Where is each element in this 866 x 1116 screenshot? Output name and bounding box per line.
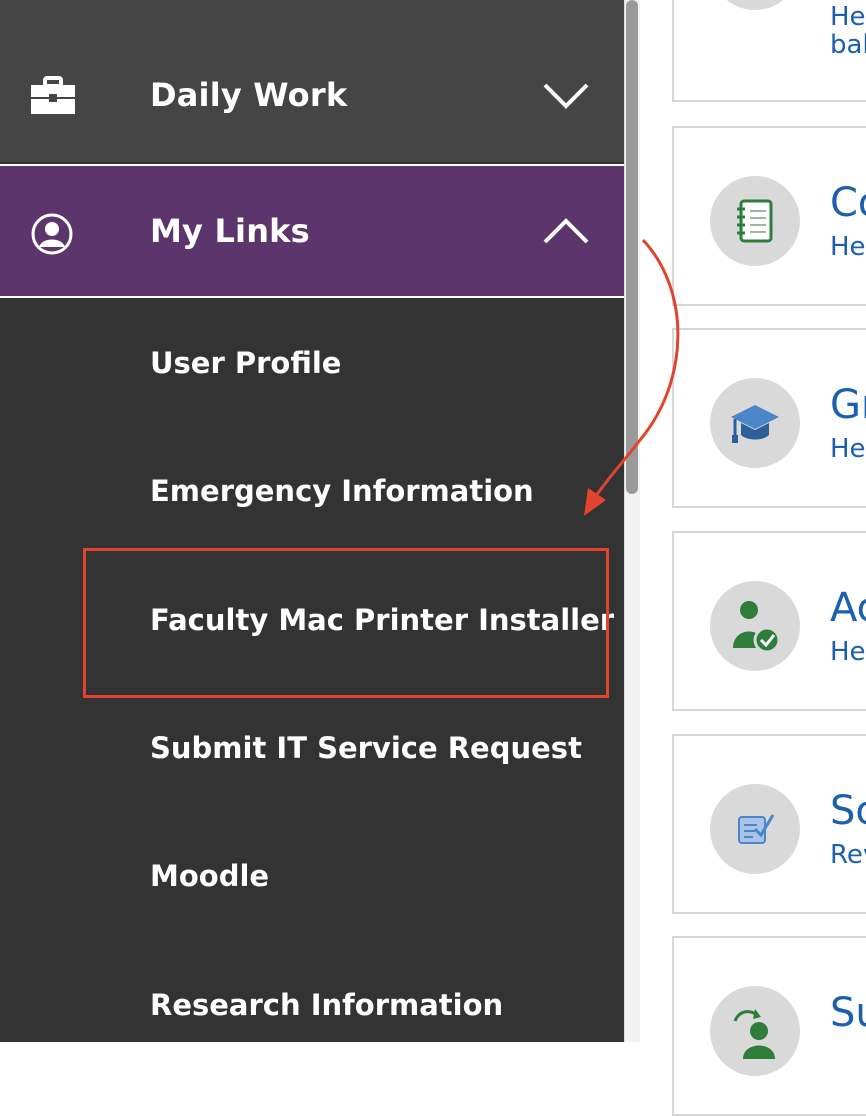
card-title: Sc bbox=[830, 788, 866, 834]
nav-section-my-links[interactable]: My Links bbox=[0, 164, 624, 298]
green-icon bbox=[710, 0, 800, 10]
card-subtitle: bal bbox=[830, 30, 866, 60]
scrollbar-thumb[interactable] bbox=[626, 0, 638, 494]
user-arrow-icon bbox=[710, 986, 800, 1076]
card-subtitle: He bbox=[830, 2, 866, 32]
card-subtitle: He bbox=[830, 434, 866, 464]
link-emergency-information[interactable]: Emergency Information bbox=[150, 474, 534, 508]
card-title: Gr bbox=[830, 382, 866, 428]
card-subtitle: Rev bbox=[830, 840, 866, 870]
user-circle-icon bbox=[30, 212, 74, 260]
link-research-information[interactable]: Research Information bbox=[150, 988, 503, 1022]
card-title: Co bbox=[830, 180, 866, 226]
link-user-profile[interactable]: User Profile bbox=[150, 346, 341, 380]
dashboard-card[interactable]: Gr He bbox=[672, 328, 866, 508]
dashboard-card[interactable]: Sc Rev bbox=[672, 734, 866, 914]
graduation-cap-icon bbox=[710, 378, 800, 468]
dashboard-card[interactable]: Co He bbox=[672, 126, 866, 306]
dashboard-card[interactable]: Su bbox=[672, 936, 866, 1116]
dashboard-card[interactable]: Ac He bbox=[672, 531, 866, 711]
card-subtitle: He bbox=[830, 232, 866, 262]
checklist-icon bbox=[710, 784, 800, 874]
nav-section-daily-work[interactable]: Daily Work bbox=[0, 0, 624, 162]
nav-section-label: My Links bbox=[150, 212, 310, 250]
link-submit-it-service-request[interactable]: Submit IT Service Request bbox=[150, 731, 582, 765]
dashboard-card[interactable]: He bal bbox=[672, 0, 866, 102]
highlight-box bbox=[83, 548, 609, 698]
link-moodle[interactable]: Moodle bbox=[150, 859, 269, 893]
briefcase-icon bbox=[30, 76, 76, 120]
chevron-down-icon[interactable] bbox=[541, 80, 591, 114]
sidebar-nav: Daily Work My Links User Profile Emergen… bbox=[0, 0, 624, 1042]
nav-section-label: Daily Work bbox=[150, 76, 348, 114]
card-title: Su bbox=[830, 990, 866, 1036]
notebook-icon bbox=[710, 176, 800, 266]
user-check-icon bbox=[710, 581, 800, 671]
card-subtitle: He bbox=[830, 637, 866, 667]
chevron-up-icon[interactable] bbox=[541, 216, 591, 250]
card-title: Ac bbox=[830, 585, 866, 631]
